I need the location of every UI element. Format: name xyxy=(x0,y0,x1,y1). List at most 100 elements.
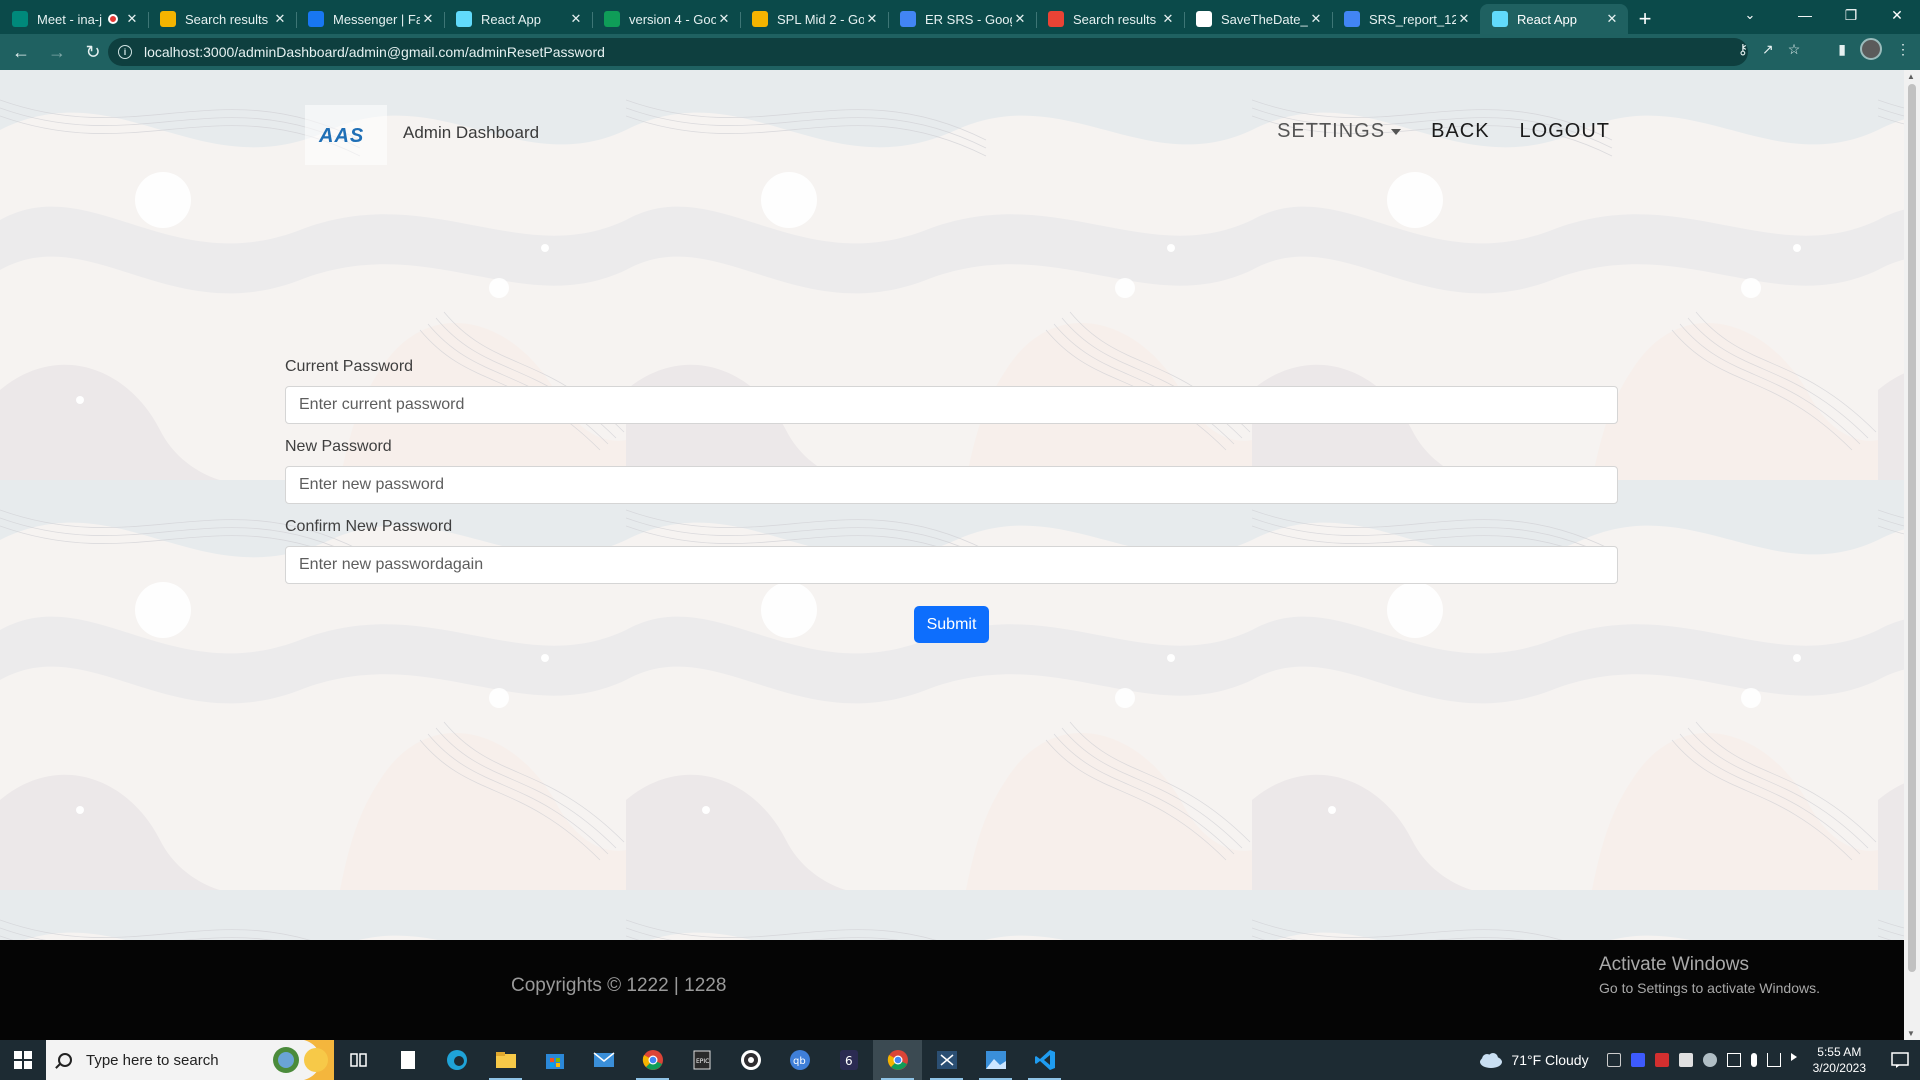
tab-close-icon[interactable]: ✕ xyxy=(1604,11,1620,27)
svg-text:qb: qb xyxy=(793,1056,806,1067)
chrome-icon[interactable] xyxy=(628,1040,677,1080)
network-icon[interactable] xyxy=(1766,1053,1781,1067)
browser-tab[interactable]: Search results - ✕ xyxy=(148,4,296,34)
app-m-icon[interactable] xyxy=(1630,1053,1645,1067)
file-explorer-icon[interactable] xyxy=(481,1040,530,1080)
browser-tab[interactable]: React App ✕ xyxy=(1480,4,1628,34)
tab-close-icon[interactable]: ✕ xyxy=(1012,11,1028,27)
photos-icon[interactable] xyxy=(971,1040,1020,1080)
tab-close-icon[interactable]: ✕ xyxy=(568,11,584,27)
browser-tab-title: version 4 - Goo xyxy=(629,11,716,27)
url-text[interactable]: localhost:3000/adminDashboard/admin@gmai… xyxy=(144,44,605,60)
back-arrow-icon[interactable]: ← xyxy=(6,37,36,67)
tab-close-icon[interactable]: ✕ xyxy=(420,11,436,27)
page-scrollbar[interactable]: ▲ ▼ xyxy=(1904,70,1920,1040)
chrome-active-icon[interactable] xyxy=(873,1040,922,1080)
volume-icon[interactable] xyxy=(1790,1053,1801,1061)
windows-start-icon[interactable] xyxy=(0,1040,46,1080)
tab-close-icon[interactable]: ✕ xyxy=(864,11,880,27)
shield-icon[interactable] xyxy=(1678,1053,1693,1067)
scroll-up-icon[interactable]: ▲ xyxy=(1907,72,1915,81)
language-icon[interactable] xyxy=(1606,1053,1621,1067)
browser-tab[interactable]: ER SRS - Google✕ xyxy=(888,4,1036,34)
browser-tab[interactable]: Meet - ina-j ✕ xyxy=(0,4,148,34)
scroll-down-icon[interactable]: ▼ xyxy=(1907,1029,1915,1038)
tab-close-icon[interactable]: ✕ xyxy=(272,11,288,27)
forward-arrow-icon[interactable]: → xyxy=(42,37,72,67)
obs-icon[interactable] xyxy=(726,1040,775,1080)
browser-tab[interactable]: Messenger | Fac ✕ xyxy=(296,4,444,34)
tab-close-icon[interactable]: ✕ xyxy=(1456,11,1472,27)
epic-games-icon[interactable]: EPIC xyxy=(677,1040,726,1080)
app-red-icon[interactable] xyxy=(1654,1053,1669,1067)
nav-settings-label: SETTINGS xyxy=(1277,120,1386,142)
facebook-icon xyxy=(308,11,324,27)
vscode-icon[interactable] xyxy=(1020,1040,1069,1080)
new-password-input[interactable] xyxy=(285,466,1618,504)
nav-settings-dropdown[interactable]: SETTINGS xyxy=(1277,120,1402,143)
react-icon xyxy=(1492,11,1508,27)
svg-text:6: 6 xyxy=(845,1054,853,1068)
scroll-thumb[interactable] xyxy=(1908,84,1916,972)
reload-icon[interactable]: ↻ xyxy=(78,37,108,67)
tab-close-icon[interactable]: ✕ xyxy=(716,11,732,27)
browser-tab[interactable]: SaveTheDate_SI✕ xyxy=(1184,4,1332,34)
tab-close-icon[interactable]: ✕ xyxy=(124,11,140,27)
site-info-icon[interactable]: i xyxy=(118,45,132,59)
browser-tab[interactable]: version 4 - Goo ✕ xyxy=(592,4,740,34)
clock-time: 5:55 AM xyxy=(1817,1045,1862,1059)
browser-tab-title: React App xyxy=(481,11,541,27)
confirm-password-input[interactable] xyxy=(285,546,1618,584)
close-window-icon[interactable]: ✕ xyxy=(1874,0,1920,30)
address-bar[interactable]: i localhost:3000/adminDashboard/admin@gm… xyxy=(108,38,1748,66)
nav-logout-link[interactable]: LOGOUT xyxy=(1520,120,1610,143)
current-password-input[interactable] xyxy=(285,386,1618,424)
side-panel-icon[interactable]: ▮ xyxy=(1838,41,1846,58)
task-view-icon[interactable] xyxy=(334,1040,383,1080)
key-icon[interactable]: ⚷ xyxy=(1738,41,1748,58)
snipping-tool-icon[interactable] xyxy=(922,1040,971,1080)
windows-taskbar: Type here to search EPIC qb 6 71°F Cloud… xyxy=(0,1040,1920,1080)
mail-icon[interactable] xyxy=(579,1040,628,1080)
qbittorrent-icon[interactable]: qb xyxy=(775,1040,824,1080)
browser-tab-strip: Meet - ina-j ✕ Search results - ✕ Messenger … xyxy=(0,0,1920,34)
onedrive-icon[interactable] xyxy=(1702,1053,1717,1067)
google-slides-icon xyxy=(752,11,768,27)
google-drive-icon xyxy=(604,11,620,27)
logo-text: AAS xyxy=(318,125,364,145)
minimize-icon[interactable]: — xyxy=(1782,0,1828,30)
nav-back-link[interactable]: BACK xyxy=(1431,120,1489,143)
notepad-icon[interactable] xyxy=(383,1040,432,1080)
taskbar-search[interactable]: Type here to search xyxy=(46,1040,334,1080)
taskbar-clock[interactable]: 5:55 AM 3/20/2023 xyxy=(1813,1044,1866,1076)
new-tab-icon[interactable]: + xyxy=(1628,4,1662,34)
clock-date: 3/20/2023 xyxy=(1812,1061,1866,1075)
new-password-label: New Password xyxy=(285,438,392,455)
browser-tab[interactable]: SPL Mid 2 - Goo ✕ xyxy=(740,4,888,34)
microsoft-store-icon[interactable] xyxy=(530,1040,579,1080)
confirm-password-label: Confirm New Password xyxy=(285,518,453,535)
microphone-icon[interactable] xyxy=(1750,1053,1757,1067)
edge-icon[interactable] xyxy=(432,1040,481,1080)
watermark-subtitle: Go to Settings to activate Windows. xyxy=(1599,980,1820,996)
share-icon[interactable]: ↗ xyxy=(1762,41,1774,58)
tab-search-chevron-icon[interactable]: ⌄ xyxy=(1730,0,1770,30)
submit-button[interactable]: Submit xyxy=(914,606,989,643)
battery-icon[interactable] xyxy=(1726,1053,1741,1067)
bookmark-star-icon[interactable]: ☆ xyxy=(1788,41,1801,58)
browser-tab[interactable]: React App ✕ xyxy=(444,4,592,34)
weather-widget[interactable]: 71°F Cloudy xyxy=(1477,1052,1589,1068)
menu-kebab-icon[interactable]: ⋮ xyxy=(1896,41,1910,58)
google-docs-icon xyxy=(900,11,916,27)
tab-close-icon[interactable]: ✕ xyxy=(1308,11,1324,27)
onenote-style-icon[interactable]: 6 xyxy=(824,1040,873,1080)
browser-toolbar: ← → ↻ i localhost:3000/adminDashboard/ad… xyxy=(0,34,1920,70)
profile-avatar[interactable] xyxy=(1860,38,1882,60)
brand-logo[interactable]: AAS xyxy=(305,105,387,165)
brand-title[interactable]: Admin Dashboard xyxy=(403,123,539,143)
browser-tab[interactable]: SRS_report_122✕ xyxy=(1332,4,1480,34)
restore-icon[interactable]: ❐ xyxy=(1828,0,1874,30)
browser-tab[interactable]: Search results - ✕ xyxy=(1036,4,1184,34)
notification-center-icon[interactable] xyxy=(1880,1052,1920,1068)
tab-close-icon[interactable]: ✕ xyxy=(1160,11,1176,27)
